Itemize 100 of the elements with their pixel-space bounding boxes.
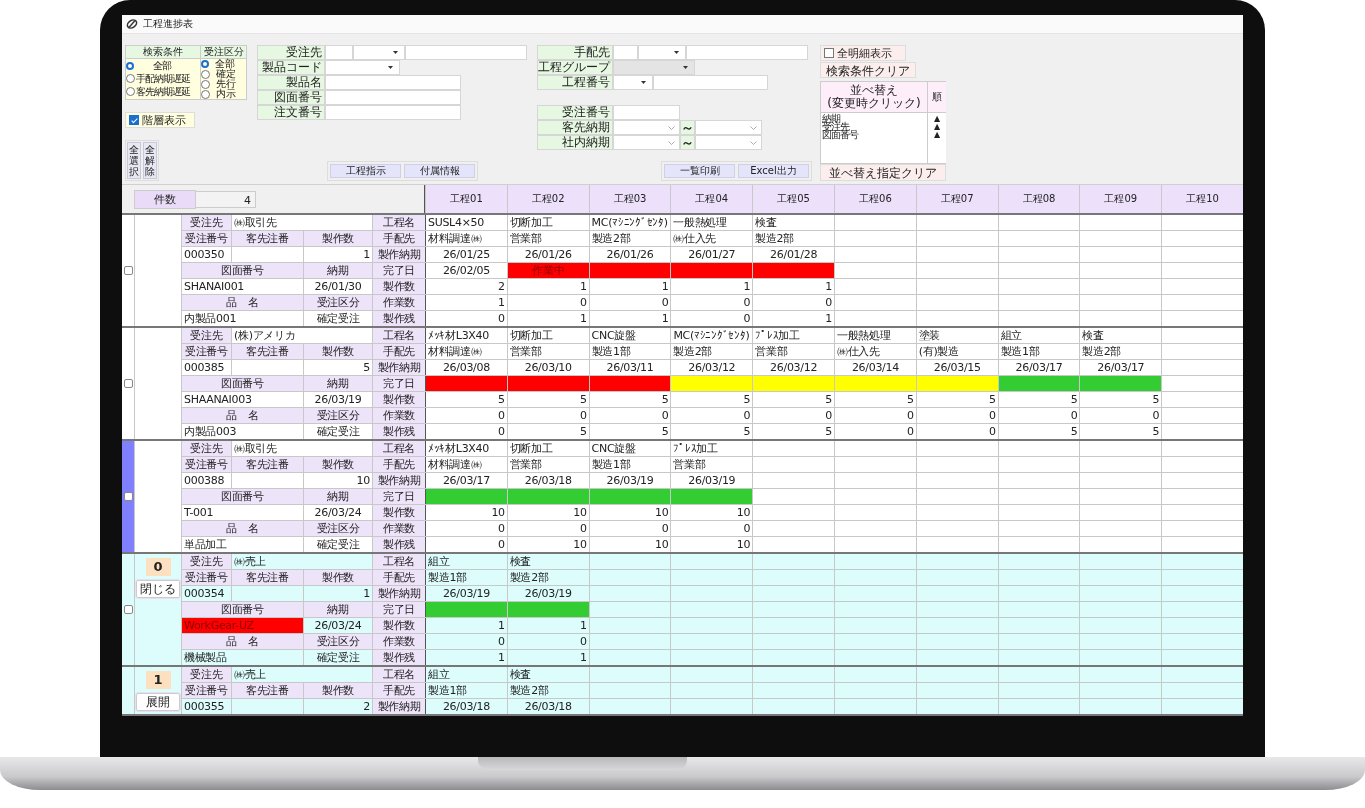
table-cell: 一般熱処理 xyxy=(835,328,916,343)
sort-direction[interactable]: ▲ xyxy=(933,115,941,123)
toggle-button[interactable]: 閉じる xyxy=(136,580,180,598)
date-field[interactable] xyxy=(613,120,680,135)
dropdown[interactable] xyxy=(325,60,400,75)
table-cell: 000355 xyxy=(182,699,231,714)
sort-order-header: 順 xyxy=(928,82,946,112)
toggle-button[interactable]: 展開 xyxy=(136,693,180,711)
table-cell: ㈱取引先 xyxy=(232,215,372,230)
sort-direction[interactable]: ▲ xyxy=(933,131,941,139)
select-button[interactable]: 全解除 xyxy=(143,142,157,179)
action-button[interactable]: Excel出力 xyxy=(738,164,809,178)
name-field[interactable] xyxy=(686,45,808,60)
table-cell: 単品加工 xyxy=(182,537,303,552)
table-cell: 26/03/17 xyxy=(1080,360,1162,375)
table-cell: 営業部 xyxy=(753,344,834,359)
row-checkbox[interactable] xyxy=(123,379,133,388)
radio-option[interactable]: 確定 xyxy=(201,69,246,79)
table-cell: 1 xyxy=(589,279,671,294)
table-cell: 26/03/08 xyxy=(425,360,507,375)
table-cell: 26/03/14 xyxy=(835,360,916,375)
table-cell: 0 xyxy=(507,521,589,536)
sort-item[interactable]: 図面番号 xyxy=(821,131,927,139)
table-cell: 塗装 xyxy=(916,328,998,343)
table-cell: WorkGear-UZ xyxy=(182,618,303,633)
sort-item[interactable]: 受注先 xyxy=(821,123,927,131)
table-cell: ﾒｯｷ材L3X40 xyxy=(425,328,507,343)
column-header: 工程09 xyxy=(1080,185,1162,213)
date-field[interactable] xyxy=(613,135,680,150)
name-field[interactable] xyxy=(405,45,527,60)
all-details-checkbox[interactable]: 全明細表示 xyxy=(820,45,906,61)
text-field[interactable] xyxy=(325,105,461,120)
sort-direction[interactable]: ▲ xyxy=(933,123,941,131)
radio-option[interactable]: 手配納期遅延 xyxy=(126,72,200,85)
table-cell: 26/03/19 xyxy=(671,473,753,488)
sort-item[interactable]: 納期 xyxy=(821,115,927,123)
column-header: 工程01 xyxy=(426,185,507,213)
hierarchy-checkbox[interactable]: 階層表示 xyxy=(125,112,195,128)
table-cell: 1 xyxy=(507,311,589,326)
text-field[interactable] xyxy=(653,75,768,90)
field-label: 品 名 xyxy=(182,634,303,649)
table-cell: 0 xyxy=(425,521,507,536)
caret-icon xyxy=(641,81,646,84)
table-cell: 0 xyxy=(425,634,507,649)
field-label: 客先注番 xyxy=(232,570,303,585)
text-field[interactable] xyxy=(325,90,461,105)
field-label: 作業数 xyxy=(373,634,425,649)
radio-option[interactable]: 客先納期遅延 xyxy=(126,85,200,98)
field-label: 製品名 xyxy=(257,75,325,90)
chevron-icon xyxy=(750,140,757,145)
action-button[interactable]: 工程指示 xyxy=(330,164,401,178)
table-cell: 1 xyxy=(304,586,372,601)
clear-button[interactable]: 検索条件クリア xyxy=(820,62,916,78)
text-field[interactable] xyxy=(325,75,461,90)
table-cell: 切断加工 xyxy=(507,441,589,456)
action-button[interactable]: 一覧印刷 xyxy=(664,164,735,178)
date-field[interactable] xyxy=(695,135,762,150)
table-cell: 営業部 xyxy=(507,457,589,472)
caret-icon xyxy=(674,51,679,54)
table-cell: 0 xyxy=(425,424,507,439)
table-cell: 26/03/12 xyxy=(671,360,753,375)
table-cell: 5 xyxy=(589,424,671,439)
dropdown[interactable] xyxy=(613,75,653,90)
table-cell: 営業部 xyxy=(671,457,753,472)
table-cell: 組立 xyxy=(998,328,1080,343)
sort-header: 並べ替え (変更時クリック) xyxy=(821,82,927,112)
chevron-icon xyxy=(750,125,757,130)
table-cell: 製造2部 xyxy=(1080,344,1162,359)
table-cell: 製造1部 xyxy=(998,344,1080,359)
chevron-icon xyxy=(668,125,675,130)
table-cell: 組立 xyxy=(425,554,507,569)
code-field[interactable] xyxy=(613,45,638,60)
row-checkbox[interactable] xyxy=(123,266,133,275)
table-cell: 26/01/25 xyxy=(425,247,507,262)
radio-option[interactable]: 全部 xyxy=(201,59,246,69)
table-cell: 0 xyxy=(589,408,671,423)
table-cell: 5 xyxy=(835,392,916,407)
table-cell: ㈱売上 xyxy=(232,667,372,682)
field-label: 図面番号 xyxy=(182,263,303,278)
radio-option[interactable]: 内示 xyxy=(201,89,246,99)
text-field[interactable] xyxy=(613,105,680,120)
select-button[interactable]: 全選択 xyxy=(127,142,141,179)
table-cell: 一般熱処理 xyxy=(671,215,753,230)
group-header: 受注区分 xyxy=(201,46,246,59)
table-cell: 確定受注 xyxy=(304,424,372,439)
sort-clear-button[interactable]: 並べ替え指定クリア xyxy=(820,164,946,181)
action-button[interactable]: 付属情報 xyxy=(404,164,475,178)
code-field[interactable] xyxy=(325,45,353,60)
row-checkbox[interactable] xyxy=(123,605,133,614)
table-cell: MC(ﾏｼﾆﾝｸﾞｾﾝﾀ) xyxy=(671,328,753,343)
level-badge: 0 xyxy=(145,558,171,576)
caret-icon xyxy=(393,51,398,54)
group-header: 検索条件 xyxy=(126,46,200,59)
field-label: 客先注番 xyxy=(232,344,303,359)
radio-option[interactable]: 全部 xyxy=(126,59,200,72)
dropdown[interactable] xyxy=(353,45,405,60)
radio-option[interactable]: 先行 xyxy=(201,79,246,89)
dropdown[interactable] xyxy=(638,45,686,60)
date-field[interactable] xyxy=(695,120,762,135)
row-checkbox[interactable] xyxy=(123,492,133,501)
